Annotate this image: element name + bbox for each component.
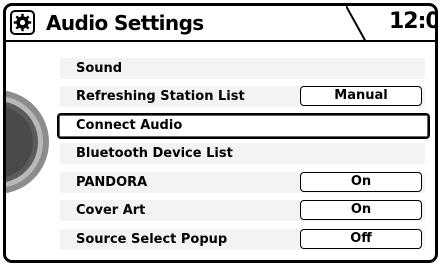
settings-gear-icon	[13, 13, 32, 32]
clock-display: 12:00	[389, 9, 435, 34]
cover-art-toggle-value-button[interactable]: On	[300, 200, 422, 220]
menu-item-label: Cover Art	[76, 203, 146, 218]
menu-item-label: PANDORA	[76, 175, 148, 190]
menu-item-label: Source Select Popup	[76, 232, 228, 247]
pandora-toggle-value-button[interactable]: On	[300, 172, 422, 192]
menu-item-pandora[interactable]: PANDORA On	[60, 172, 425, 193]
menu-item-source-select-popup[interactable]: Source Select Popup Off	[60, 229, 425, 250]
settings-home-button[interactable]	[10, 10, 35, 35]
menu-item-refreshing-station-list[interactable]: Refreshing Station List Manual	[60, 86, 425, 107]
menu-item-bluetooth-device-list[interactable]: Bluetooth Device List	[60, 143, 425, 164]
header-bar: Audio Settings 12:00	[6, 6, 435, 42]
header-divider	[6, 40, 435, 42]
refreshing-mode-value-button[interactable]: Manual	[300, 86, 422, 106]
menu-item-label: Sound	[76, 61, 123, 76]
menu-item-sound[interactable]: Sound	[60, 58, 425, 79]
menu-item-cover-art[interactable]: Cover Art On	[60, 200, 425, 221]
screen-frame: Audio Settings 12:00 Sound Refreshing St…	[3, 3, 438, 263]
rotary-dial-decoration	[6, 90, 49, 194]
page-title: Audio Settings	[46, 11, 204, 35]
menu-item-label: Bluetooth Device List	[76, 146, 233, 161]
menu-item-label: Connect Audio	[76, 118, 183, 133]
menu-item-connect-audio[interactable]: Connect Audio	[57, 113, 430, 139]
menu-item-label: Refreshing Station List	[76, 89, 245, 104]
source-select-popup-toggle-value-button[interactable]: Off	[300, 229, 422, 249]
